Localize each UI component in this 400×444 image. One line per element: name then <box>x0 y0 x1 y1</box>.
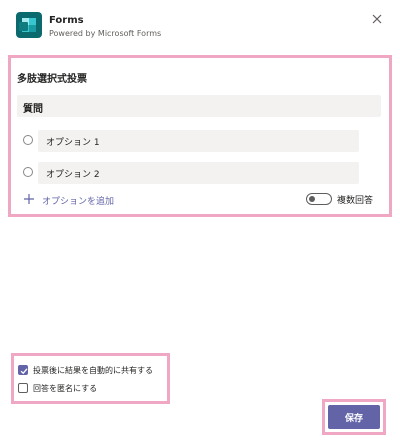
question-placeholder: 質問 <box>23 104 43 115</box>
add-option-label: オプションを追加 <box>42 197 115 207</box>
app-header: Forms Powered by Microsoft Forms <box>16 12 384 42</box>
plus-icon <box>23 193 35 205</box>
save-button[interactable]: 保存 <box>328 405 380 429</box>
anonymous-label: 回答を匿名にする <box>33 384 98 393</box>
question-input[interactable]: 質問 <box>17 95 381 117</box>
save-button-frame: 保存 <box>322 399 386 435</box>
toggle-knob <box>309 196 315 202</box>
poll-card: 多肢選択式投票 質問 オプション 1 オプション 2 オプションを追加 複数回答 <box>8 55 392 217</box>
radio-icon <box>23 167 33 177</box>
option-input-1[interactable]: オプション 1 <box>38 130 359 152</box>
share-results-checkbox[interactable] <box>18 365 28 375</box>
option-row-2: オプション 2 <box>23 162 363 184</box>
option-text-2: オプション 2 <box>46 170 100 180</box>
share-results-label: 投票後に結果を自動的に共有する <box>33 366 153 375</box>
poll-type-title: 多肢選択式投票 <box>17 74 87 85</box>
share-results-option[interactable]: 投票後に結果を自動的に共有する <box>18 364 164 378</box>
option-row-1: オプション 1 <box>23 130 363 152</box>
option-text-1: オプション 1 <box>46 138 100 148</box>
forms-app-icon <box>16 12 42 38</box>
anonymous-option[interactable]: 回答を匿名にする <box>18 382 164 396</box>
close-icon[interactable] <box>370 12 384 26</box>
anonymous-checkbox[interactable] <box>18 383 28 393</box>
app-title: Forms <box>49 15 84 26</box>
multiple-answers-setting: 複数回答 <box>306 192 386 208</box>
option-input-2[interactable]: オプション 2 <box>38 162 359 184</box>
multiple-answers-toggle[interactable] <box>306 193 332 205</box>
radio-icon <box>23 135 33 145</box>
poll-settings: 投票後に結果を自動的に共有する 回答を匿名にする <box>11 353 170 404</box>
multiple-answers-label: 複数回答 <box>337 196 374 206</box>
app-subtitle: Powered by Microsoft Forms <box>49 29 162 38</box>
